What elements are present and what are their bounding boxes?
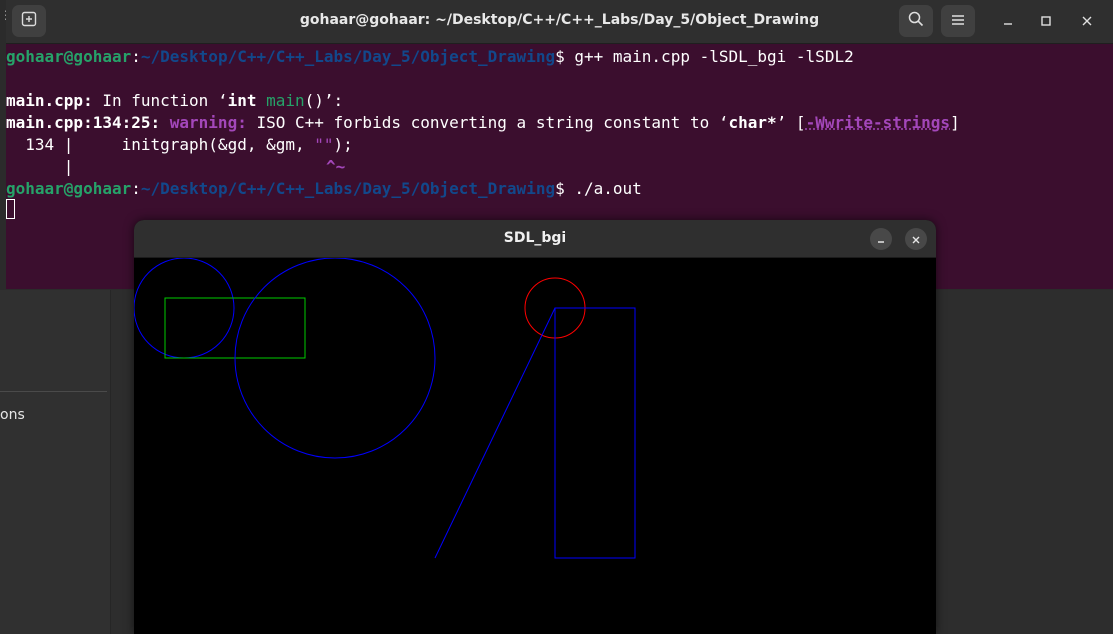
small-blue-circle — [134, 258, 235, 359]
blue-rectangle — [554, 307, 636, 559]
diag-func: main — [266, 91, 305, 110]
sdl-minimize-button[interactable] — [870, 228, 892, 250]
warning-line: main.cpp:134:25: warning: ISO C++ forbid… — [6, 112, 960, 134]
prompt-path: ~/Desktop/C++/C++_Labs/Day_5/Object_Draw… — [140, 47, 556, 66]
warning-type: char* — [728, 113, 777, 132]
hamburger-menu-icon — [951, 12, 965, 31]
graphics-canvas[interactable] — [134, 258, 936, 634]
command-text: g++ main.cpp -lSDL_bgi -lSDL2 — [574, 47, 854, 66]
diag-in-function: In function ‘ — [102, 91, 228, 110]
code-snippet-line: 134 | initgraph(&gd, &gm, ""); — [6, 134, 353, 156]
close-icon — [911, 230, 921, 249]
command-line-2: gohaar@gohaar:~/Desktop/C++/C++_Labs/Day… — [6, 179, 642, 198]
sdl-titlebar[interactable]: SDL_bgi — [134, 220, 936, 258]
minimize-button[interactable] — [995, 9, 1021, 35]
diag-type: int — [227, 91, 257, 110]
warning-flag-link[interactable]: -Wwrite-strings — [806, 113, 951, 132]
command-text: ./a.out — [574, 179, 642, 198]
menu-button[interactable] — [941, 5, 975, 37]
close-icon — [1082, 14, 1092, 30]
maximize-button[interactable] — [1033, 9, 1059, 35]
command-line-1: gohaar@gohaar:~/Desktop/C++/C++_Labs/Day… — [6, 47, 854, 66]
diagnostic-context-line: main.cpp: In function ‘int main()’: — [6, 90, 343, 112]
warning-label: warning: — [169, 113, 247, 132]
code-text-b: ); — [333, 135, 353, 154]
terminal-titlebar[interactable]: gohaar@gohaar: ~/Desktop/C++/C++_Labs/Da… — [6, 0, 1113, 44]
background-sidebar-label[interactable]: ons — [0, 407, 25, 423]
caret-marker: ^~ — [326, 157, 346, 176]
search-button[interactable] — [899, 5, 933, 37]
sdl-title: SDL_bgi — [503, 230, 567, 246]
diag-func-end: ()’: — [304, 91, 344, 110]
caret-line: | ^~ — [6, 156, 345, 178]
terminal-cursor — [6, 199, 15, 219]
blue-diagonal-line — [434, 307, 556, 559]
minimize-icon — [1003, 14, 1013, 30]
code-text-a: initgraph(&gd, &gm, — [73, 135, 315, 154]
diag-file: main.cpp: — [6, 91, 93, 110]
background-sidebar-divider — [0, 391, 107, 392]
prompt-user: gohaar@gohaar — [6, 47, 132, 66]
warning-message-b: ’ [ — [776, 113, 806, 132]
prompt-user: gohaar@gohaar — [6, 179, 132, 198]
close-button[interactable] — [1074, 9, 1100, 35]
background-sidebar — [0, 290, 111, 634]
code-line-number: 134 | — [6, 135, 74, 154]
sdl-close-button[interactable] — [905, 228, 927, 250]
caret-gutter: | — [6, 157, 74, 176]
prompt-path: ~/Desktop/C++/C++_Labs/Day_5/Object_Draw… — [140, 179, 556, 198]
warning-location: main.cpp:134:25: — [6, 113, 161, 132]
maximize-icon — [1041, 14, 1051, 30]
warning-message-a: ISO C++ forbids converting a string cons… — [256, 113, 729, 132]
warning-close: ] — [950, 113, 960, 132]
sdl-window: SDL_bgi — [134, 220, 936, 634]
minimize-icon — [876, 230, 886, 249]
search-icon — [908, 11, 924, 31]
code-string: "" — [314, 135, 334, 154]
